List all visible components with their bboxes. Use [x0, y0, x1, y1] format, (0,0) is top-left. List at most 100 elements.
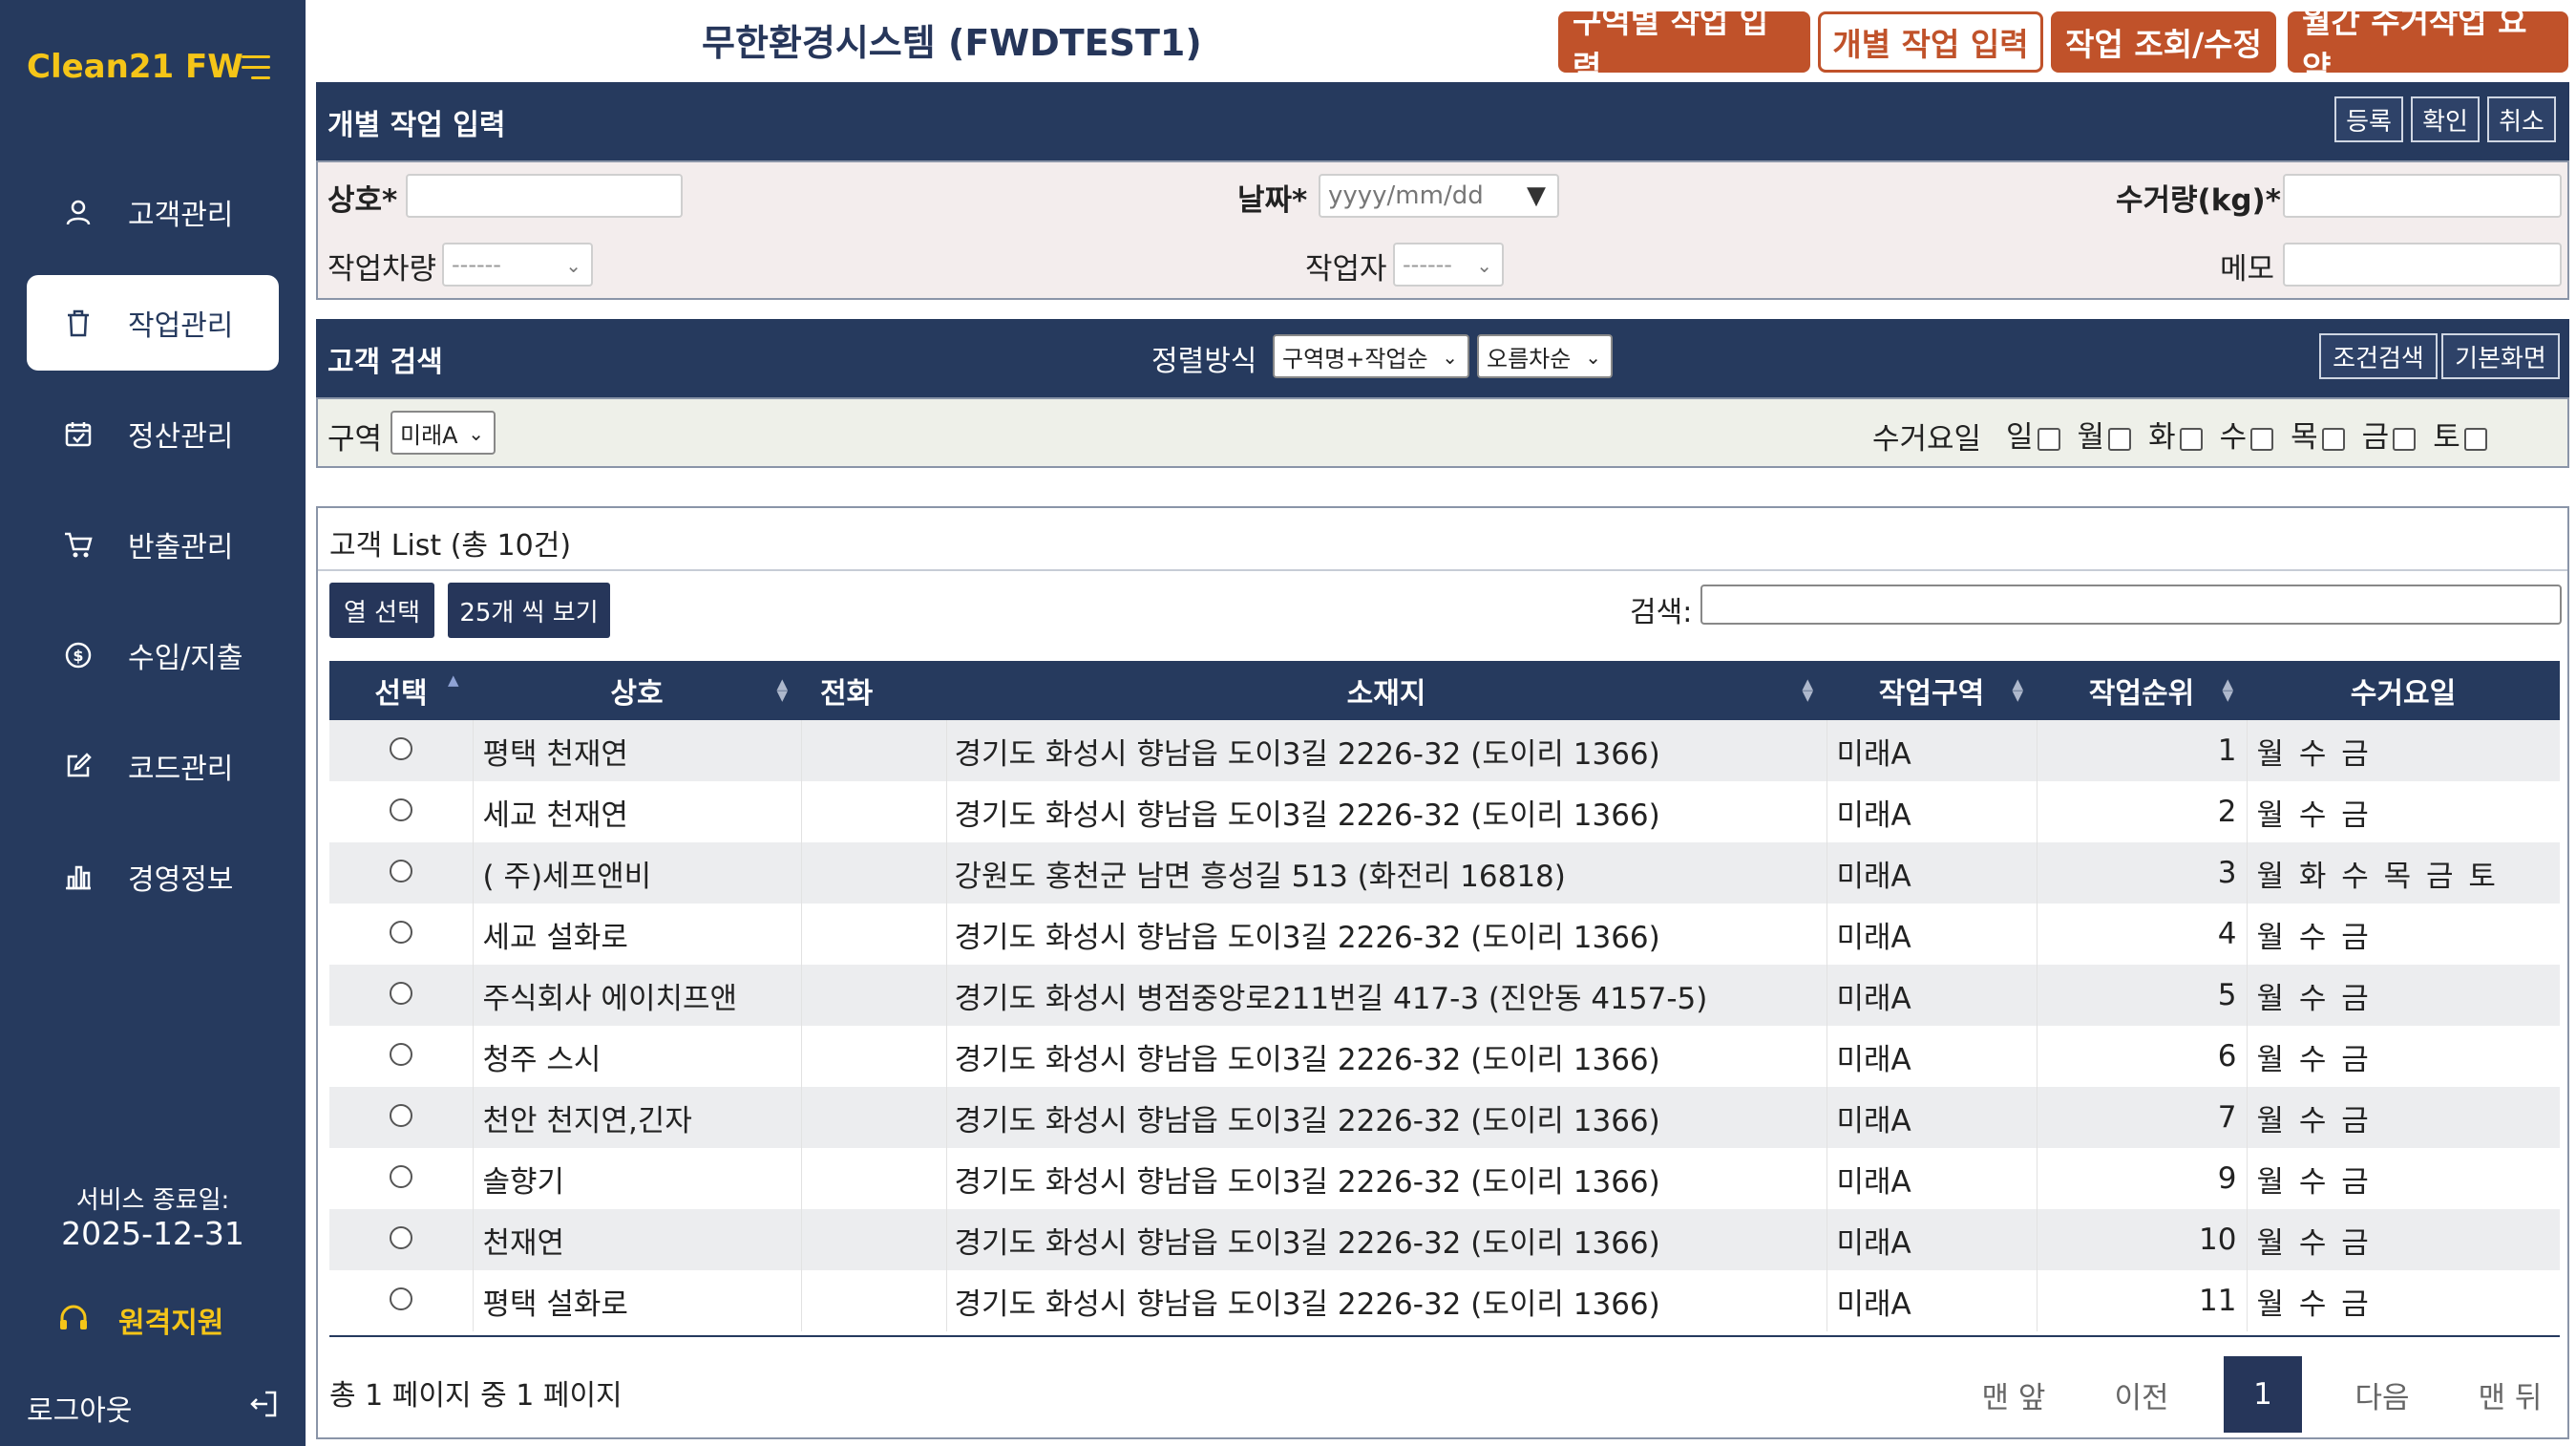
date-label: 날짜* [1237, 183, 1308, 218]
checkbox[interactable] [2108, 427, 2132, 451]
header-label: 선택 [374, 677, 428, 711]
checkbox[interactable] [2037, 427, 2060, 451]
order-select[interactable]: 오름차순 ⌄ [1477, 334, 1613, 378]
condition-search-button[interactable]: 조건검색 [2319, 333, 2438, 379]
radio-button[interactable] [389, 982, 412, 1005]
cell-phone [801, 1270, 947, 1331]
sidebar-item-export[interactable]: 반출관리 [27, 497, 279, 592]
sidebar-item-codes[interactable]: 코드관리 [27, 718, 279, 814]
col-header-name[interactable]: 상호 ▲ ▼ [473, 661, 801, 720]
radio-button[interactable] [389, 737, 412, 760]
logout-button[interactable]: 로그아웃 [27, 1387, 279, 1429]
search-input[interactable] [1700, 585, 2562, 625]
pickup-day-label: 수거요일 [1872, 422, 1982, 457]
col-header-select[interactable]: 선택 ▲ [329, 661, 473, 720]
pager-next[interactable]: 다음 [2333, 1356, 2432, 1433]
day-wed[interactable]: 수 [2220, 413, 2274, 456]
cell-phone [801, 781, 947, 842]
work-query-edit-button[interactable]: 작업 조회/수정 [2051, 11, 2276, 73]
vehicle-select[interactable]: ------ ⌄ [442, 243, 593, 287]
day-thu[interactable]: 목 [2291, 413, 2345, 456]
pager-last[interactable]: 맨 뒤 [2460, 1356, 2560, 1433]
sort-asc-icon: ▲ [448, 671, 459, 689]
day-fri[interactable]: 금 [2362, 413, 2417, 456]
header-label: 작업순위 [2088, 677, 2195, 711]
checkbox[interactable] [2463, 427, 2487, 451]
radio-button[interactable] [389, 1165, 412, 1188]
table-row[interactable]: 주식회사 에이치프앤 경기도 화성시 병점중앙로211번길 417-3 (진안동 … [329, 965, 2560, 1026]
day-sat[interactable]: 토 [2433, 413, 2487, 456]
select-radio [329, 1087, 474, 1148]
register-button[interactable]: 등록 [2334, 96, 2403, 142]
table-row[interactable]: ( 주)세프앤비 강원도 홍천군 남면 흥성길 513 (화전리 16818) 미래… [329, 842, 2560, 904]
table-row[interactable]: 세교 설화로 경기도 화성시 향남읍 도이3길 2226-32 (도이리 1366… [329, 904, 2560, 965]
sidebar-item-settlement[interactable]: 정산관리 [27, 386, 279, 481]
pager-current[interactable]: 1 [2224, 1356, 2302, 1433]
table-row[interactable]: 청주 스시 경기도 화성시 향남읍 도이3길 2226-32 (도이리 1366)… [329, 1026, 2560, 1087]
user-icon [59, 193, 97, 231]
zone-work-input-button[interactable]: 구역별 작업 입력 [1558, 3, 1810, 86]
cell-days: 월 수 금 [2247, 1270, 2560, 1331]
header-label: 소재지 [1346, 677, 1426, 711]
column-select-button[interactable]: 열 선택 [329, 583, 434, 638]
calendar-dropdown-icon[interactable]: ▼ [1527, 181, 1546, 210]
cell-days: 월 수 금 [2247, 720, 2560, 781]
col-header-days[interactable]: 수거요일 [2247, 661, 2560, 720]
name-input[interactable] [406, 174, 683, 218]
day-tue[interactable]: 화 [2148, 413, 2203, 456]
table-row[interactable]: 천안 천지연,긴자 경기도 화성시 향남읍 도이3길 2226-32 (도이리 1… [329, 1087, 2560, 1148]
radio-button[interactable] [389, 921, 412, 944]
radio-button[interactable] [389, 860, 412, 882]
zone-select[interactable]: 미래A ⌄ [391, 411, 496, 455]
checkbox[interactable] [2179, 427, 2203, 451]
checkbox[interactable] [2321, 427, 2345, 451]
confirm-button[interactable]: 확인 [2411, 96, 2480, 142]
cell-name: 천재연 [473, 1209, 802, 1270]
sidebar-item-customers[interactable]: 고객관리 [27, 164, 279, 260]
cancel-button[interactable]: 취소 [2487, 96, 2556, 142]
checkbox[interactable] [2393, 427, 2417, 451]
worker-select[interactable]: ------ ⌄ [1393, 243, 1504, 287]
table-row[interactable]: 평택 천재연 경기도 화성시 향남읍 도이3길 2226-32 (도이리 1366… [329, 720, 2560, 781]
table-row[interactable]: 천재연 경기도 화성시 향남읍 도이3길 2226-32 (도이리 1366) 미래… [329, 1209, 2560, 1270]
radio-button[interactable] [389, 1226, 412, 1249]
sort-select[interactable]: 구역명+작업순 ⌄ [1273, 334, 1469, 378]
pager-prev[interactable]: 이전 [2092, 1356, 2191, 1433]
sidebar-item-management[interactable]: 경영정보 [27, 829, 279, 925]
col-header-order[interactable]: 작업순위 ▲ ▼ [2037, 661, 2247, 720]
zone-value: 미래A [400, 421, 458, 449]
checkbox[interactable] [2250, 427, 2274, 451]
cell-phone [801, 842, 947, 904]
table-row[interactable]: 솔향기 경기도 화성시 향남읍 도이3길 2226-32 (도이리 1366) 미래… [329, 1148, 2560, 1209]
hamburger-menu-icon[interactable] [242, 53, 276, 82]
day-mon[interactable]: 월 [2078, 413, 2132, 456]
radio-button[interactable] [389, 1043, 412, 1066]
individual-work-input-button[interactable]: 개별 작업 입력 [1818, 11, 2043, 73]
cell-phone [801, 720, 947, 781]
col-header-phone[interactable]: 전화 [801, 661, 946, 720]
radio-button[interactable] [389, 798, 412, 821]
chevron-down-icon: ⌄ [468, 422, 484, 445]
memo-input[interactable] [2283, 243, 2562, 287]
monthly-summary-button[interactable]: 월간 수거작업 요약 [2288, 3, 2568, 86]
day-label: 화 [2148, 420, 2176, 455]
radio-button[interactable] [389, 1287, 412, 1310]
remote-support-link[interactable]: 원격지원 [57, 1299, 223, 1341]
col-header-zone[interactable]: 작업구역 ▲ ▼ [1826, 661, 2037, 720]
table-body: 평택 천재연 경기도 화성시 향남읍 도이3길 2226-32 (도이리 1366… [329, 720, 2560, 1331]
day-sun[interactable]: 일 [2006, 413, 2060, 456]
amount-input[interactable] [2283, 174, 2562, 218]
radio-button[interactable] [389, 1104, 412, 1127]
col-header-address[interactable]: 소재지 ▲ ▼ [946, 661, 1826, 720]
brand-logo[interactable]: Clean21 FW [27, 48, 243, 86]
pager-first[interactable]: 맨 앞 [1964, 1356, 2063, 1433]
page-size-button[interactable]: 25개 씩 보기 [448, 583, 610, 638]
cell-name: 주식회사 에이치프앤 [473, 965, 802, 1026]
default-view-button[interactable]: 기본화면 [2441, 333, 2560, 379]
cell-address: 경기도 화성시 향남읍 도이3길 2226-32 (도이리 1366) [946, 1209, 1827, 1270]
sidebar-item-income-expense[interactable]: $ 수입/지출 [27, 607, 279, 703]
table-row[interactable]: 세교 천재연 경기도 화성시 향남읍 도이3길 2226-32 (도이리 1366… [329, 781, 2560, 842]
table-row[interactable]: 평택 설화로 경기도 화성시 향남읍 도이3길 2226-32 (도이리 1366… [329, 1270, 2560, 1331]
date-input[interactable]: yyyy/mm/dd ▼ [1319, 174, 1559, 218]
sidebar-item-work[interactable]: 작업관리 [27, 275, 279, 371]
